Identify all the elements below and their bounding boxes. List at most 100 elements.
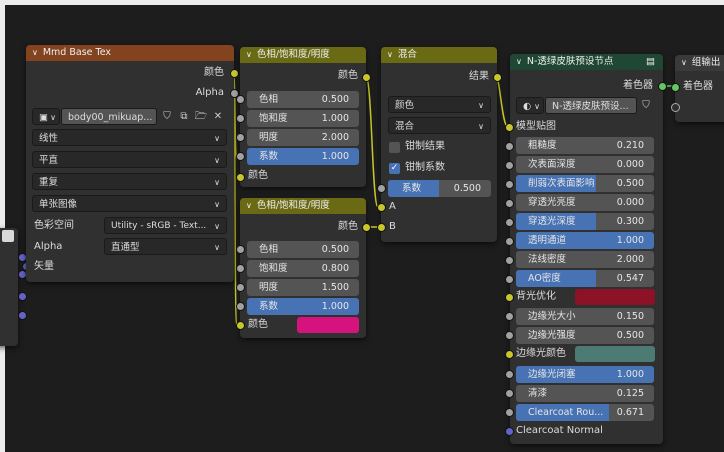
collapse-chevron-icon[interactable]: ∨ — [246, 47, 252, 63]
group-param-field[interactable]: 透明通道 1.000 — [516, 232, 654, 249]
group-param-socket[interactable] — [505, 218, 514, 227]
mix-fac-field[interactable]: 系数 0.500 — [388, 180, 491, 197]
fake-user-shield-icon[interactable]: ⛉ — [638, 97, 654, 114]
hsv2-val-socket[interactable] — [236, 283, 245, 292]
group-param-field[interactable]: 削弱次表面影响 0.500 — [516, 175, 654, 192]
group-rim-strength-socket[interactable] — [505, 331, 514, 340]
group-param-field[interactable]: 穿透光亮度 0.000 — [516, 194, 654, 211]
hsv2-sat-socket[interactable] — [236, 264, 245, 273]
rim-size-field[interactable]: 边缘光大小 0.150 — [516, 308, 654, 325]
group-param-socket[interactable] — [505, 199, 514, 208]
collapse-chevron-icon[interactable]: ∨ — [246, 198, 252, 214]
colorspace-dropdown[interactable]: Utility - sRGB - Text... ∨ — [104, 217, 227, 234]
group-clearcoat-normal-socket[interactable] — [505, 427, 514, 436]
output-in-shader-socket[interactable] — [671, 83, 680, 92]
group-param-field[interactable]: 次表面深度 0.000 — [516, 156, 654, 173]
group-clearcoat-socket[interactable] — [505, 389, 514, 398]
hsv1-fac-field[interactable]: 系数 1.000 — [247, 148, 359, 165]
hsv-node-2[interactable]: ∨ 色相/饱和度/明度 颜色 色相 0.500 饱和度 0.800 明度 1.500 系… — [240, 198, 366, 338]
group-param-field[interactable]: AO密度 0.547 — [516, 270, 654, 287]
source-dropdown[interactable]: 单张图像 ∨ — [32, 195, 227, 212]
image-texture-header[interactable]: ∨ Mmd Base Tex — [26, 45, 234, 61]
group-out-shader-socket[interactable] — [658, 82, 667, 91]
mix-out-socket[interactable] — [493, 73, 502, 82]
group-browse-button[interactable]: ◐ ∨ — [516, 97, 544, 114]
group-preset-name-field[interactable]: N-透绿皮肤预设... — [545, 97, 637, 114]
group-param-socket[interactable] — [505, 161, 514, 170]
image-texture-node[interactable]: ∨ Mmd Base Tex 颜色 Alpha ▣ ∨ body00_mikuap.… — [26, 45, 234, 282]
group-param-field[interactable]: 法线密度 2.000 — [516, 251, 654, 268]
partial-node-left[interactable] — [0, 228, 18, 346]
tex-out-color-socket[interactable] — [230, 69, 239, 78]
hsv2-out-socket[interactable] — [362, 223, 371, 232]
interpolation-dropdown[interactable]: 线性 ∨ — [32, 129, 227, 146]
hsv2-val-field[interactable]: 明度 1.500 — [247, 279, 359, 296]
image-name-field[interactable]: body00_mikuap... — [61, 108, 157, 125]
mix-fac-socket[interactable] — [377, 184, 386, 193]
group-clearcoat-rough-socket[interactable] — [505, 408, 514, 417]
hsv1-header[interactable]: ∨ 色相/饱和度/明度 — [240, 47, 366, 63]
group-output-node[interactable]: ∨ 组输出 着色器 — [675, 55, 724, 122]
unlink-image-close-icon[interactable]: ✕ — [210, 108, 226, 125]
hsv2-hue-socket[interactable] — [236, 245, 245, 254]
collapse-chevron-icon[interactable]: ∨ — [32, 45, 38, 61]
hsv1-val-field[interactable]: 明度 2.000 — [247, 129, 359, 146]
rim-occlusion-field[interactable]: 边缘光闭塞 1.000 — [516, 366, 654, 383]
collapse-chevron-icon[interactable]: ∨ — [681, 55, 687, 71]
mix-blend-mode-dropdown[interactable]: 混合 ∨ — [388, 117, 491, 134]
group-param-field[interactable]: 粗糙度 0.210 — [516, 137, 654, 154]
clearcoat-field[interactable]: 清漆 0.125 — [516, 385, 654, 402]
group-param-socket[interactable] — [505, 256, 514, 265]
fake-user-shield-icon[interactable]: ⛉ — [159, 108, 175, 125]
extension-dropdown[interactable]: 重复 ∨ — [32, 173, 227, 190]
hsv2-color-swatch[interactable] — [297, 317, 359, 333]
group-param-socket[interactable] — [505, 275, 514, 284]
hsv2-fac-field[interactable]: 系数 1.000 — [247, 298, 359, 315]
group-rim-size-socket[interactable] — [505, 312, 514, 321]
collapse-chevron-icon[interactable]: ∨ — [516, 54, 522, 70]
group-param-socket[interactable] — [505, 237, 514, 246]
rim-color-swatch[interactable] — [575, 346, 655, 362]
hsv2-in-color-socket[interactable] — [236, 321, 245, 330]
group-param-field[interactable]: 穿透光深度 0.300 — [516, 213, 654, 230]
image-browse-button[interactable]: ▣ ∨ — [32, 108, 60, 125]
group-header[interactable]: ∨ N-透绿皮肤预设节点 ▤ — [510, 54, 663, 70]
group-rim-occ-socket[interactable] — [505, 370, 514, 379]
group-param-socket[interactable] — [505, 142, 514, 151]
group-output-header[interactable]: ∨ 组输出 — [675, 55, 724, 71]
partial-socket-4[interactable] — [18, 311, 27, 320]
hsv1-out-socket[interactable] — [362, 73, 371, 82]
mix-node[interactable]: ∨ 混合 结果 颜色 ∨ 混合 ∨ 钳制结果 ✓ 钳制系数 系数 0.500 A B — [381, 47, 497, 242]
mix-in-a-socket[interactable] — [377, 203, 386, 212]
group-rim-color-socket[interactable] — [505, 350, 514, 359]
mix-data-type-dropdown[interactable]: 颜色 ∨ — [388, 96, 491, 113]
hsv1-sat-field[interactable]: 饱和度 1.000 — [247, 110, 359, 127]
clearcoat-roughness-field[interactable]: Clearcoat Rou... 0.671 — [516, 404, 654, 421]
partial-socket-3[interactable] — [18, 292, 27, 301]
hsv2-sat-field[interactable]: 饱和度 0.800 — [247, 260, 359, 277]
hsv2-header[interactable]: ∨ 色相/饱和度/明度 — [240, 198, 366, 214]
hsv1-hue-socket[interactable] — [236, 95, 245, 104]
output-empty-socket[interactable] — [671, 103, 680, 112]
hsv1-sat-socket[interactable] — [236, 114, 245, 123]
hsv-node-1[interactable]: ∨ 色相/饱和度/明度 颜色 色相 0.500 饱和度 1.000 明度 2.000 系… — [240, 47, 366, 187]
group-node[interactable]: ∨ N-透绿皮肤预设节点 ▤ 着色器 ◐ ∨ N-透绿皮肤预设... ⛉ 模型贴图 … — [510, 54, 663, 444]
mix-in-b-socket[interactable] — [377, 223, 386, 232]
hsv1-in-color-socket[interactable] — [236, 173, 245, 182]
rim-strength-field[interactable]: 边缘光强度 0.500 — [516, 327, 654, 344]
hsv1-val-socket[interactable] — [236, 133, 245, 142]
clamp-factor-checkbox[interactable]: ✓ — [389, 163, 400, 174]
mix-header[interactable]: ∨ 混合 — [381, 47, 497, 63]
hsv2-fac-socket[interactable] — [236, 302, 245, 311]
group-param-socket[interactable] — [505, 180, 514, 189]
hsv1-hue-field[interactable]: 色相 0.500 — [247, 91, 359, 108]
hsv2-hue-field[interactable]: 色相 0.500 — [247, 241, 359, 258]
alpha-mode-dropdown[interactable]: 直通型 ∨ — [104, 238, 227, 255]
clamp-result-checkbox[interactable] — [389, 142, 400, 153]
group-in-model-tex-socket[interactable] — [505, 123, 514, 132]
group-backlight-socket[interactable] — [505, 293, 514, 302]
backlight-color-swatch[interactable] — [575, 289, 655, 305]
collapse-chevron-icon[interactable]: ∨ — [387, 47, 393, 63]
duplicate-image-icon[interactable]: ⧉ — [176, 108, 192, 125]
open-image-icon[interactable]: 🗁 — [193, 108, 209, 125]
